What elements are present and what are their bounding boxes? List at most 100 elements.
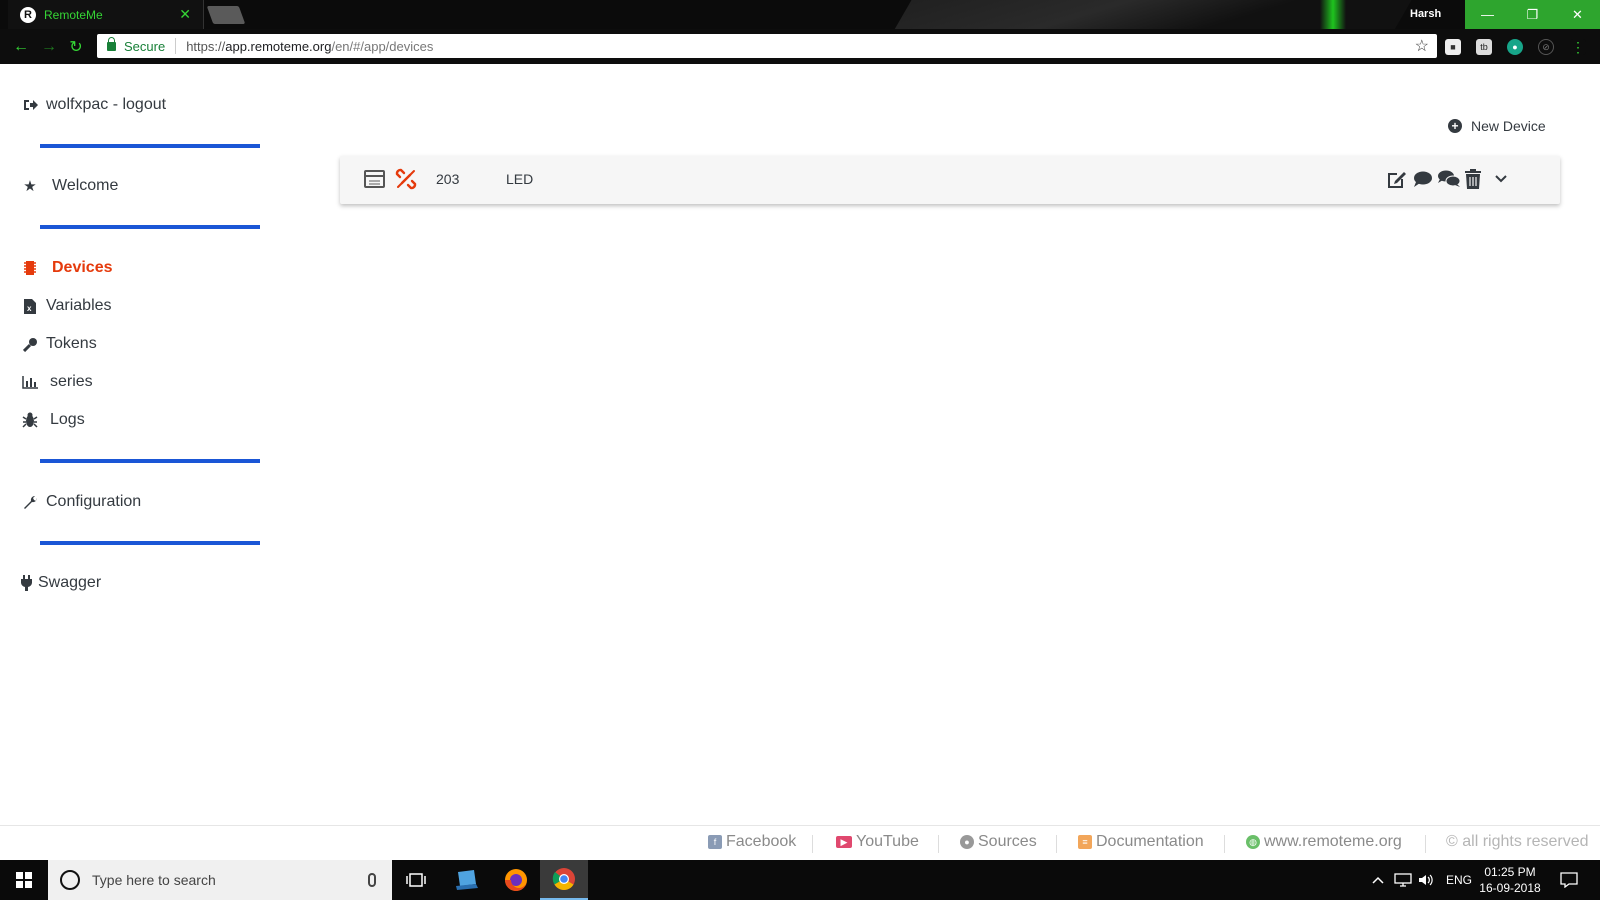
search-placeholder: Type here to search bbox=[92, 872, 216, 888]
logout-link[interactable]: wolfxpac - logout bbox=[20, 96, 166, 114]
sidebar-item-label: Welcome bbox=[52, 177, 119, 194]
new-device-button[interactable]: + New Device bbox=[1448, 118, 1546, 134]
youtube-label: YouTube bbox=[856, 833, 919, 850]
sidebar-item-label: Logs bbox=[50, 411, 85, 428]
footer-separator bbox=[1224, 835, 1225, 853]
bar-chart-icon bbox=[20, 375, 40, 389]
sidebar-item-logs[interactable]: Logs bbox=[20, 411, 85, 429]
lock-icon bbox=[107, 36, 116, 51]
address-bar[interactable]: Secure https://app.remoteme.org/en/#/app… bbox=[97, 34, 1437, 58]
sources-label: Sources bbox=[978, 833, 1037, 850]
extension-cube-icon[interactable]: ■ bbox=[1445, 39, 1461, 55]
star-icon: ★ bbox=[23, 178, 37, 195]
chevron-down-icon[interactable] bbox=[1494, 171, 1516, 193]
browser-toolbar: ← → ↻ Secure https://app.remoteme.org/en… bbox=[0, 29, 1600, 64]
plug-icon bbox=[20, 575, 32, 591]
sidebar-item-series[interactable]: series bbox=[20, 373, 93, 391]
device-row[interactable]: 203 LED bbox=[340, 156, 1560, 204]
windows-taskbar: Type here to search ENG 01:25 PM 16-09-2… bbox=[0, 860, 1600, 900]
theme-decoration-glow bbox=[1320, 0, 1346, 29]
taskbar-clock[interactable]: 01:25 PM 16-09-2018 bbox=[1470, 864, 1550, 896]
url-path: /en/#/app/devices bbox=[331, 38, 434, 54]
browser-titlebar: R RemoteMe ✕ Harsh — ❐ ✕ bbox=[0, 0, 1600, 29]
theme-decoration bbox=[865, 0, 1435, 29]
forward-arrow-icon[interactable]: → bbox=[40, 38, 58, 56]
taskbar-search[interactable]: Type here to search bbox=[48, 860, 392, 900]
app-laptop-icon[interactable] bbox=[442, 860, 490, 900]
sidebar-item-label: Configuration bbox=[46, 493, 142, 510]
browser-tab[interactable]: R RemoteMe ✕ bbox=[8, 0, 204, 29]
variable-file-icon: x bbox=[20, 298, 40, 314]
profile-name[interactable]: Harsh bbox=[1410, 0, 1441, 29]
trash-icon[interactable] bbox=[1464, 168, 1486, 190]
notification-center-icon[interactable] bbox=[1560, 860, 1578, 900]
sidebar-divider bbox=[40, 459, 260, 463]
website-label: www.remoteme.org bbox=[1264, 833, 1402, 850]
bookmark-star-icon[interactable]: ☆ bbox=[1415, 36, 1429, 56]
sidebar-divider bbox=[40, 541, 260, 545]
edit-icon[interactable] bbox=[1386, 168, 1408, 190]
sidebar-item-variables[interactable]: x Variables bbox=[20, 297, 112, 315]
copyright-text: © all rights reserved bbox=[1446, 833, 1589, 850]
extension-tb-icon[interactable]: tb bbox=[1476, 39, 1492, 55]
tab-close-icon[interactable]: ✕ bbox=[179, 6, 191, 23]
chrome-icon[interactable] bbox=[540, 860, 588, 900]
sidebar-divider bbox=[40, 225, 260, 229]
network-icon[interactable] bbox=[1394, 860, 1412, 900]
sidebar-item-label: Swagger bbox=[38, 574, 102, 591]
sidebar: wolfxpac - logout ★ Welcome Devices x Va… bbox=[0, 64, 280, 824]
reload-icon[interactable]: ↻ bbox=[67, 38, 85, 56]
footer-separator bbox=[1425, 835, 1426, 853]
window-restore-button[interactable]: ❐ bbox=[1510, 0, 1555, 29]
footer: f Facebook ▶ YouTube ● Sources ≡ Documen… bbox=[0, 825, 1600, 860]
start-button[interactable] bbox=[0, 860, 48, 900]
microphone-icon[interactable] bbox=[368, 873, 376, 887]
plus-circle-icon: + bbox=[1448, 119, 1462, 133]
sidebar-item-tokens[interactable]: Tokens bbox=[20, 335, 97, 353]
svg-text:x: x bbox=[27, 304, 32, 313]
extension-blocked-icon[interactable]: ⊘ bbox=[1538, 39, 1554, 55]
window-close-button[interactable]: ✕ bbox=[1555, 0, 1600, 29]
tab-title: RemoteMe bbox=[44, 7, 103, 22]
bug-icon bbox=[20, 412, 40, 428]
clock-date: 16-09-2018 bbox=[1479, 881, 1541, 895]
new-tab-button[interactable] bbox=[206, 6, 246, 24]
footer-separator bbox=[812, 835, 813, 853]
documentation-link[interactable]: ≡ Documentation bbox=[1078, 833, 1204, 851]
footer-separator bbox=[1056, 835, 1057, 853]
window-minimize-button[interactable]: — bbox=[1465, 0, 1510, 29]
wrench-icon bbox=[20, 495, 40, 510]
logout-label: wolfxpac - logout bbox=[46, 96, 167, 113]
device-name: LED bbox=[506, 171, 534, 187]
sidebar-item-devices[interactable]: Devices bbox=[20, 259, 113, 277]
firefox-icon[interactable] bbox=[492, 860, 540, 900]
secure-label: Secure bbox=[124, 38, 166, 54]
facebook-link[interactable]: f Facebook bbox=[708, 833, 796, 851]
message-icon[interactable] bbox=[1412, 168, 1434, 190]
web-page-icon[interactable] bbox=[364, 170, 385, 188]
website-link[interactable]: ◍ www.remoteme.org bbox=[1246, 833, 1402, 851]
back-arrow-icon[interactable]: ← bbox=[12, 38, 30, 56]
conversation-icon[interactable] bbox=[1437, 168, 1461, 190]
volume-icon[interactable] bbox=[1418, 860, 1434, 900]
disconnected-link-icon bbox=[395, 168, 417, 190]
device-id: 203 bbox=[436, 171, 460, 187]
cortana-icon bbox=[60, 870, 80, 890]
omnibox-separator bbox=[175, 38, 177, 54]
sidebar-item-swagger[interactable]: Swagger bbox=[20, 574, 101, 592]
sources-link[interactable]: ● Sources bbox=[960, 833, 1037, 851]
browser-menu-icon[interactable]: ⋮ bbox=[1570, 39, 1586, 55]
key-icon bbox=[20, 337, 40, 352]
url-text[interactable]: https://app.remoteme.org/en/#/app/device… bbox=[186, 39, 433, 54]
sidebar-item-welcome[interactable]: ★ Welcome bbox=[20, 177, 118, 195]
extension-cart-icon[interactable]: ● bbox=[1507, 39, 1523, 55]
clock-time: 01:25 PM bbox=[1484, 865, 1536, 879]
book-icon: ≡ bbox=[1078, 835, 1092, 849]
tray-overflow-icon[interactable] bbox=[1372, 860, 1384, 900]
task-view-icon[interactable] bbox=[392, 860, 440, 900]
youtube-link[interactable]: ▶ YouTube bbox=[836, 833, 919, 851]
sidebar-item-configuration[interactable]: Configuration bbox=[20, 493, 141, 511]
language-indicator[interactable]: ENG bbox=[1446, 860, 1472, 900]
chip-icon bbox=[20, 260, 40, 276]
documentation-label: Documentation bbox=[1096, 833, 1204, 850]
